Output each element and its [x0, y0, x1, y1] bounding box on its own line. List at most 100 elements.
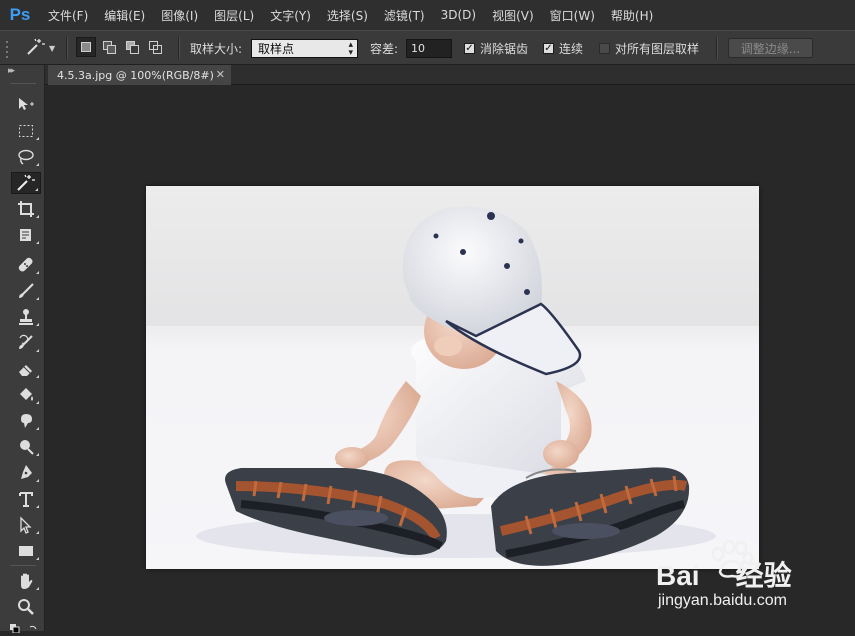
default-colors-icon: [10, 624, 37, 634]
menu-window[interactable]: 窗口(W): [542, 7, 603, 24]
menu-layer[interactable]: 图层(L): [206, 7, 262, 24]
divider: [178, 37, 180, 59]
path-selection-tool[interactable]: [11, 514, 41, 536]
panel-divider: [10, 83, 36, 84]
rectangle-icon: [19, 546, 33, 556]
chevron-down-icon: ▼: [49, 44, 56, 53]
intersect-selection-icon: [149, 41, 162, 54]
eraser-tool[interactable]: [11, 358, 41, 380]
menu-filter[interactable]: 滤镜(T): [376, 7, 433, 24]
baby-with-shoes-photo: [146, 186, 759, 569]
brush-tool[interactable]: [11, 280, 41, 302]
magic-wand-tool[interactable]: [11, 172, 41, 194]
type-icon: [19, 492, 33, 507]
baidu-jingyan-watermark: Bai 经验 jingyan.baidu.com: [656, 540, 846, 615]
antialias-label: 消除锯齿: [480, 42, 529, 56]
menu-type[interactable]: 文字(Y): [262, 7, 319, 24]
move-icon: [19, 98, 34, 110]
intersect-selection-button[interactable]: [145, 37, 165, 57]
tool-preset-picker[interactable]: ▼: [26, 31, 55, 66]
sample-size-value: 取样点: [258, 42, 295, 56]
tools-panel: ▸▸: [0, 65, 45, 634]
eyedropper-tool[interactable]: [11, 224, 41, 246]
blur-tool[interactable]: [11, 410, 41, 432]
magic-wand-icon: [17, 174, 35, 191]
hand-icon: [21, 573, 33, 589]
menu-image[interactable]: 图像(I): [153, 7, 206, 24]
healing-brush-tool[interactable]: [11, 254, 41, 276]
menu-3d[interactable]: 3D(D): [433, 8, 484, 22]
collapse-panel-icon[interactable]: ▸▸: [8, 66, 15, 76]
subtract-selection-icon: [126, 41, 139, 54]
sample-size-select[interactable]: 取样点 ▴ ▾: [251, 39, 358, 58]
close-icon[interactable]: ✕: [216, 68, 225, 81]
paint-bucket-tool[interactable]: [11, 384, 41, 406]
document-tab-title: 4.5.3a.jpg @ 100%(RGB/8#): [57, 68, 214, 82]
pen-tool[interactable]: [11, 462, 41, 484]
move-tool[interactable]: [11, 93, 41, 115]
hand-tool[interactable]: [11, 570, 41, 592]
history-brush-icon: [19, 334, 33, 349]
magic-wand-icon: [26, 38, 46, 59]
panel-divider: [10, 565, 36, 566]
tolerance-label: 容差:: [370, 42, 399, 56]
divider: [716, 37, 718, 59]
lasso-icon: [18, 149, 34, 165]
clone-stamp-tool[interactable]: [11, 306, 41, 328]
blur-icon: [21, 414, 32, 428]
eraser-icon: [19, 365, 32, 376]
contiguous-label: 连续: [559, 42, 584, 56]
menu-help[interactable]: 帮助(H): [603, 7, 661, 24]
crop-tool[interactable]: [11, 198, 41, 220]
rectangle-tool[interactable]: [11, 540, 41, 562]
menu-view[interactable]: 视图(V): [484, 7, 542, 24]
menu-bar: Ps 文件(F) 编辑(E) 图像(I) 图层(L) 文字(Y) 选择(S) 滤…: [0, 0, 855, 30]
menu-select[interactable]: 选择(S): [319, 7, 376, 24]
crop-icon: [18, 201, 34, 217]
document-tab-strip: 4.5.3a.jpg @ 100%(RGB/8#) ✕: [45, 65, 855, 85]
select-arrows-icon: ▴ ▾: [348, 40, 353, 58]
dodge-tool[interactable]: [11, 436, 41, 458]
document-canvas[interactable]: [146, 186, 759, 569]
zoom-icon: [18, 599, 34, 615]
pen-icon: [21, 465, 32, 479]
options-bar: ▼ 取样大小: 取样点 ▴ ▾ 容差: 10 ✓ 消除锯齿 ✓ 连续 对所有图层取…: [0, 30, 855, 65]
dodge-icon: [20, 440, 34, 455]
menu-edit[interactable]: 编辑(E): [96, 7, 153, 24]
brush-icon: [19, 283, 34, 298]
add-selection-icon: [103, 41, 116, 54]
marquee-icon: [19, 125, 33, 137]
watermark-url: jingyan.baidu.com: [658, 592, 787, 609]
type-tool[interactable]: [11, 488, 41, 510]
options-grip: [6, 31, 10, 66]
contiguous-checkbox[interactable]: ✓: [543, 43, 554, 54]
sample-all-layers-label: 对所有图层取样: [615, 42, 700, 56]
sample-all-layers-option[interactable]: 对所有图层取样: [599, 31, 699, 66]
tolerance-input[interactable]: 10: [406, 39, 452, 58]
eyedropper-icon: [20, 229, 31, 241]
healing-brush-icon: [18, 257, 33, 272]
marquee-tool[interactable]: [11, 120, 41, 142]
sample-all-layers-checkbox[interactable]: [599, 43, 610, 54]
add-to-selection-button[interactable]: [99, 37, 119, 57]
color-swatches[interactable]: [10, 622, 40, 636]
photoshop-logo[interactable]: Ps: [0, 0, 40, 30]
refine-edge-button[interactable]: 调整边缘...: [728, 38, 813, 58]
new-selection-button[interactable]: [76, 37, 96, 57]
watermark-brand: Bai 经验: [656, 560, 792, 591]
menu-file[interactable]: 文件(F): [40, 7, 96, 24]
sample-size-label: 取样大小:: [190, 42, 243, 56]
lasso-tool[interactable]: [11, 146, 41, 168]
subtract-from-selection-button[interactable]: [122, 37, 142, 57]
antialias-option[interactable]: ✓ 消除锯齿: [464, 31, 528, 66]
zoom-tool[interactable]: [11, 596, 41, 618]
divider: [66, 37, 68, 59]
document-tab[interactable]: 4.5.3a.jpg @ 100%(RGB/8#) ✕: [48, 65, 231, 85]
antialias-checkbox[interactable]: ✓: [464, 43, 475, 54]
paint-bucket-icon: [20, 388, 33, 401]
history-brush-tool[interactable]: [11, 332, 41, 354]
clone-stamp-icon: [19, 309, 33, 325]
path-selection-icon: [20, 516, 32, 534]
contiguous-option[interactable]: ✓ 连续: [543, 31, 583, 66]
new-selection-icon: [81, 42, 91, 52]
